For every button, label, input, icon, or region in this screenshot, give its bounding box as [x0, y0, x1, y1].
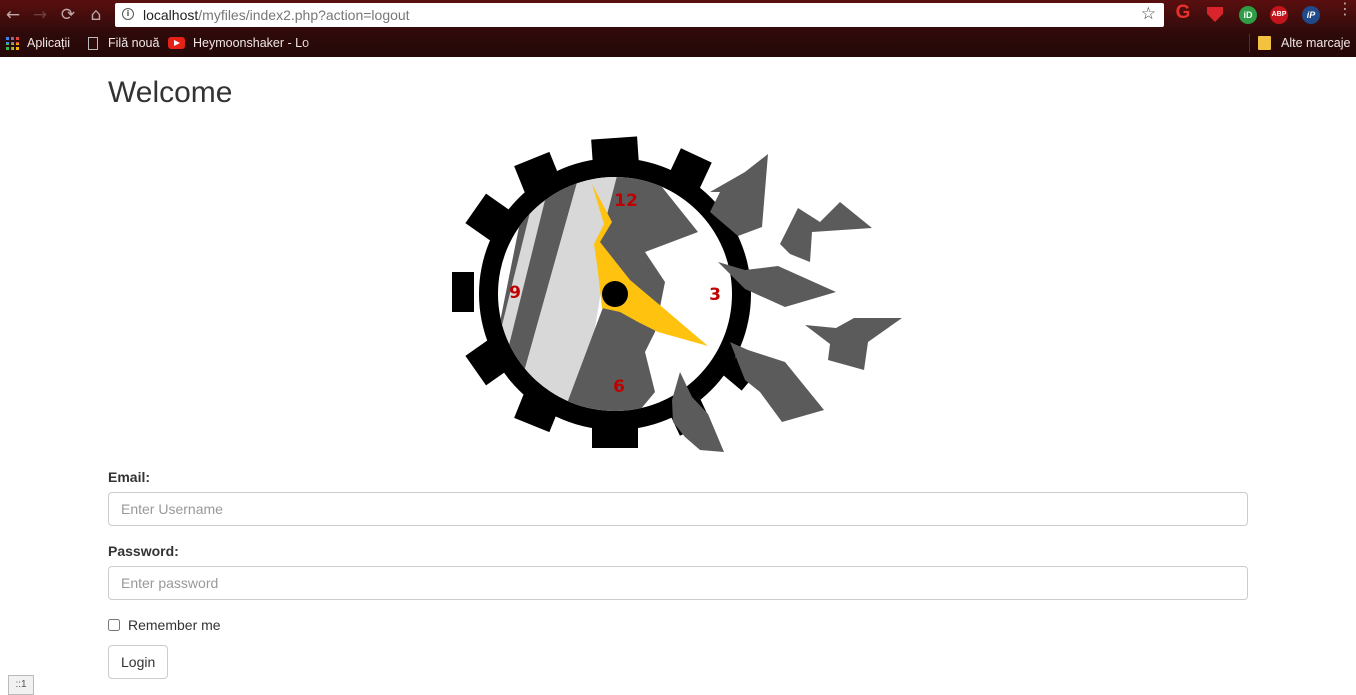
- bookmark-apps[interactable]: Aplicații: [6, 35, 70, 51]
- bookmark-other-label: Alte marcaje: [1281, 36, 1351, 50]
- url-path: /myfiles/index2.php?action=logout: [198, 7, 410, 23]
- address-bar[interactable]: i localhost/myfiles/index2.php?action=lo…: [115, 3, 1164, 27]
- clock-number-6: 6: [613, 377, 625, 397]
- clock-number-3: 3: [709, 285, 721, 305]
- apps-grid-icon: [6, 36, 19, 50]
- reload-icon[interactable]: ⟳: [58, 5, 78, 25]
- id-extension-icon[interactable]: iD: [1239, 6, 1257, 24]
- bookmark-youtube[interactable]: Heymoonshaker - Lo: [168, 35, 330, 51]
- shield-extension-icon[interactable]: [1206, 6, 1224, 24]
- forward-icon[interactable]: →: [30, 5, 50, 25]
- password-label: Password:: [108, 543, 179, 559]
- email-input[interactable]: [108, 492, 1248, 526]
- folder-icon: [1258, 36, 1271, 50]
- clock-center-pin: [602, 281, 628, 307]
- youtube-icon: [168, 37, 185, 49]
- login-button[interactable]: Login: [108, 645, 169, 679]
- bookmarks-separator: [1249, 34, 1250, 52]
- bookmarks-bar: Aplicații Filă nouă Heymoonshaker - Lo A…: [0, 31, 1356, 55]
- password-input[interactable]: [108, 566, 1248, 600]
- page-title: Welcome: [108, 76, 233, 109]
- back-icon[interactable]: ←: [3, 5, 23, 25]
- browser-chrome: ← → ⟳ ⌂ i localhost/myfiles/index2.php?a…: [0, 0, 1356, 57]
- grammarly-extension-icon[interactable]: G: [1174, 3, 1192, 22]
- remember-me-label[interactable]: Remember me: [128, 617, 221, 633]
- remember-me-checkbox[interactable]: [108, 619, 120, 631]
- bookmark-new-tab-label: Filă nouă: [108, 36, 160, 50]
- adblock-plus-icon[interactable]: ABP: [1270, 6, 1288, 24]
- page-icon: [88, 36, 98, 50]
- url-host: localhost: [143, 7, 199, 23]
- remember-me-row: Remember me: [108, 617, 221, 633]
- clock-number-12: 12: [614, 191, 638, 211]
- email-label: Email:: [108, 469, 151, 485]
- home-icon[interactable]: ⌂: [86, 5, 106, 25]
- url-text[interactable]: localhost/myfiles/index2.php?action=logo…: [143, 7, 410, 23]
- debug-ip-tag: ::1: [8, 675, 34, 695]
- clock-number-9: 9: [509, 283, 521, 303]
- bookmark-star-icon[interactable]: ☆: [1141, 4, 1156, 24]
- bookmark-youtube-label: Heymoonshaker - Lo: [193, 36, 310, 50]
- browser-menu-icon[interactable]: ⋮: [1337, 1, 1353, 17]
- broken-clock-logo: 12 3 6 9: [452, 136, 902, 452]
- bookmark-apps-label: Aplicații: [27, 36, 71, 50]
- ip-extension-icon[interactable]: iP: [1302, 6, 1320, 24]
- bookmark-new-tab[interactable]: Filă nouă: [88, 35, 159, 51]
- bookmark-other[interactable]: Alte marcaje: [1258, 35, 1350, 51]
- info-icon[interactable]: i: [122, 8, 134, 20]
